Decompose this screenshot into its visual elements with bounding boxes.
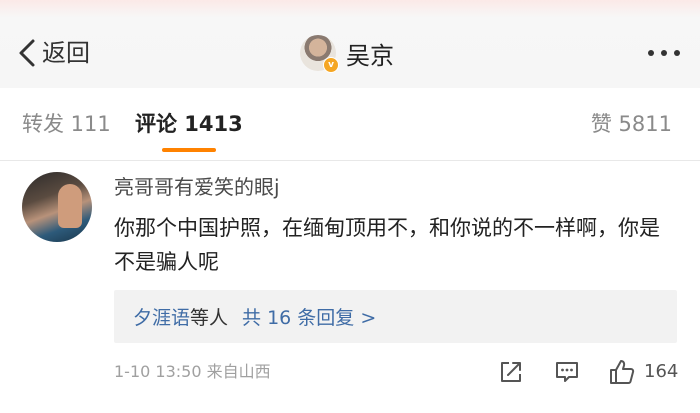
- page-title: 吴京: [346, 41, 394, 70]
- avatar[interactable]: v: [300, 35, 339, 73]
- like-count: 164: [644, 361, 679, 382]
- active-tab-indicator: [162, 148, 216, 152]
- thumbs-up-icon: [610, 360, 635, 384]
- top-bar: 返回 v 吴京: [0, 0, 700, 88]
- tab-comments[interactable]: 评论 1413: [135, 110, 243, 138]
- comment-button[interactable]: [554, 356, 580, 388]
- weibo-comment-page: 返回 v 吴京 转发 111 评论 1413 赞 5811 亮哥哥有爱笑的眼j …: [0, 0, 700, 413]
- back-button[interactable]: 返回: [16, 36, 90, 70]
- chevron-left-icon: [19, 39, 35, 67]
- more-options-button[interactable]: [648, 50, 680, 56]
- more-dot-icon: [648, 50, 654, 56]
- share-button[interactable]: [498, 356, 524, 388]
- back-label: 返回: [42, 39, 90, 67]
- more-dot-icon: [674, 50, 680, 56]
- commenter-avatar[interactable]: [22, 172, 92, 242]
- commenter-username[interactable]: 亮哥哥有爱笑的眼j: [114, 174, 280, 200]
- verified-badge-icon: v: [323, 57, 339, 73]
- comment-text: 你那个中国护照，在缅甸顶用不，和你说的不一样啊，你是不是骗人呢: [114, 216, 660, 274]
- divider: [0, 160, 700, 161]
- reply-user-names[interactable]: 夕涯语: [133, 303, 190, 330]
- like-button[interactable]: 164: [608, 356, 678, 388]
- page-title-group[interactable]: v 吴京: [300, 31, 394, 75]
- tab-likes[interactable]: 赞 5811: [591, 110, 672, 138]
- tab-repost[interactable]: 转发 111: [22, 110, 111, 138]
- reply-suffix: 等人: [190, 307, 229, 329]
- reply-count-link[interactable]: 共 16 条回复 >: [242, 303, 376, 330]
- more-dot-icon: [661, 50, 667, 56]
- comment-icon: [556, 362, 578, 382]
- tab-bar: 转发 111 评论 1413 赞 5811: [0, 88, 700, 160]
- replies-link[interactable]: 夕涯语 等人 共 16 条回复 >: [114, 290, 677, 343]
- avatar-figure: [58, 184, 82, 228]
- comment-meta: 1-10 13:50 来自山西: [114, 362, 271, 381]
- share-icon: [501, 362, 521, 382]
